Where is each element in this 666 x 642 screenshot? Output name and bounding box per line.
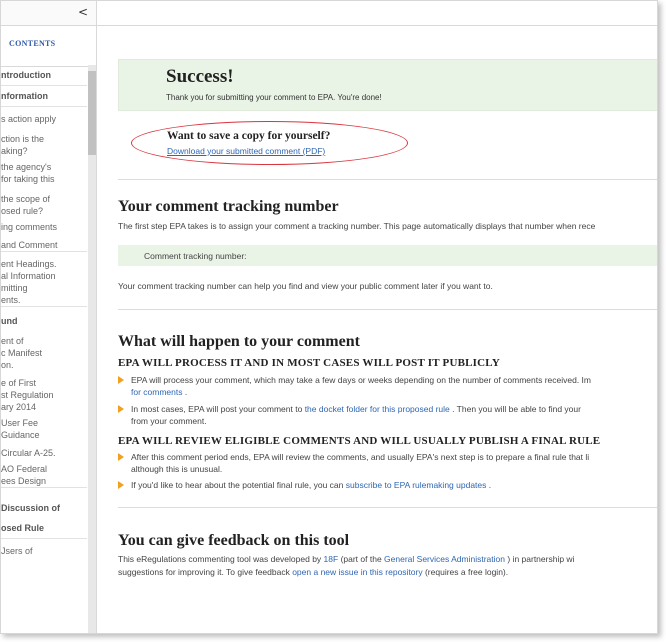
save-copy-title: Want to save a copy for yourself?	[167, 130, 331, 142]
sidebar-item[interactable]: ents.	[1, 294, 87, 306]
success-title: Success!	[166, 66, 234, 87]
success-message: Thank you for submitting your comment to…	[166, 93, 382, 102]
browser-frame: < CONTENTS ntroduction nformation s action…	[0, 0, 658, 634]
list-item: After this comment period ends, EPA will…	[118, 451, 589, 463]
sidebar-item[interactable]: al Information	[1, 270, 87, 282]
process-subheading: EPA WILL PROCESS IT AND IN MOST CASES WI…	[118, 357, 500, 369]
sidebar-item[interactable]: nformation	[1, 86, 87, 106]
toc-gap	[1, 488, 87, 498]
divider	[118, 507, 657, 508]
sidebar-item[interactable]: c Manifest	[1, 347, 87, 359]
list-item-continuation: for comments .	[131, 387, 188, 397]
sidebar-scrollbar-thumb[interactable]	[88, 71, 96, 155]
sidebar-item[interactable]: osed rule?	[1, 205, 87, 217]
bullet-arrow-icon	[118, 453, 124, 461]
table-of-contents-sidebar: < CONTENTS ntroduction nformation s action…	[1, 1, 97, 633]
toc-gap	[1, 125, 87, 133]
sidebar-item[interactable]: for taking this	[1, 173, 87, 185]
list-item: EPA will process your comment, which may…	[118, 374, 591, 386]
sidebar-header: <	[1, 1, 96, 26]
sidebar-item[interactable]: Jsers of	[1, 545, 87, 557]
docket-folder-link[interactable]: the docket folder for this proposed rule	[305, 404, 450, 414]
bullet-arrow-icon	[118, 405, 124, 413]
bullet-arrow-icon	[118, 481, 124, 489]
sidebar-item[interactable]: st Regulation	[1, 389, 87, 401]
sidebar-item[interactable]: Circular A-25.	[1, 447, 87, 459]
divider	[118, 179, 657, 180]
sidebar-item[interactable]: Guidance	[1, 429, 87, 441]
subscribe-updates-link[interactable]: subscribe to EPA rulemaking updates	[346, 480, 487, 490]
main-top-bar	[97, 1, 657, 26]
sidebar-item[interactable]: ent of	[1, 335, 87, 347]
toc-gap	[1, 185, 87, 193]
download-pdf-link[interactable]: Download your submitted comment (PDF)	[167, 146, 325, 156]
sidebar-item[interactable]: s action apply	[1, 113, 87, 125]
success-banner: Success! Thank you for submitting your c…	[118, 59, 657, 111]
feedback-line-1: This eRegulations commenting tool was de…	[118, 554, 575, 564]
tracking-number-box: Comment tracking number:	[118, 245, 657, 266]
sidebar-item[interactable]: the scope of	[1, 193, 87, 205]
contents-label: CONTENTS	[9, 39, 56, 48]
18f-link[interactable]: 18F	[324, 554, 339, 564]
sidebar-item[interactable]: ent Headings.	[1, 258, 87, 270]
sidebar-item[interactable]: ction is the	[1, 133, 87, 145]
review-subheading: EPA WILL REVIEW ELIGIBLE COMMENTS AND WI…	[118, 435, 601, 447]
tracking-number-label: Comment tracking number:	[144, 251, 247, 261]
feedback-heading: You can give feedback on this tool	[118, 532, 350, 549]
list-item-continuation: although this is unusual.	[131, 464, 223, 474]
sidebar-item[interactable]: e of First	[1, 377, 87, 389]
sidebar-item[interactable]: Discussion of	[1, 498, 87, 518]
toc-list: ntroduction nformation s action apply ction…	[1, 65, 87, 557]
sidebar-item[interactable]: the agency's	[1, 161, 87, 173]
contents-heading: CONTENTS	[1, 26, 96, 67]
sidebar-item[interactable]: ees Design	[1, 475, 87, 487]
list-item-continuation: from your comment.	[131, 416, 207, 426]
highlight-oval	[131, 121, 408, 165]
collapse-sidebar-icon[interactable]: <	[78, 5, 88, 19]
sidebar-item[interactable]: on.	[1, 359, 87, 371]
open-issue-link[interactable]: open a new issue in this repository	[292, 567, 422, 577]
list-item: If you'd like to hear about the potentia…	[118, 479, 491, 491]
tracking-note: Your comment tracking number can help yo…	[118, 281, 493, 291]
bullet-arrow-icon	[118, 376, 124, 384]
divider	[118, 309, 657, 310]
sidebar-item[interactable]: and Comment	[1, 239, 87, 251]
sidebar-item[interactable]: ntroduction	[1, 65, 87, 85]
sidebar-item[interactable]: mitting	[1, 282, 87, 294]
request-for-comments-link[interactable]: for comments	[131, 387, 183, 397]
list-item: In most cases, EPA will post your commen…	[118, 403, 581, 415]
sidebar-item[interactable]: ary 2014	[1, 401, 87, 413]
feedback-line-2: suggestions for improving it. To give fe…	[118, 567, 509, 577]
sidebar-item[interactable]: und	[1, 311, 87, 331]
what-happens-heading: What will happen to your comment	[118, 333, 360, 350]
sidebar-item[interactable]: User Fee	[1, 417, 87, 429]
sidebar-item[interactable]: osed Rule	[1, 518, 87, 538]
tracking-heading: Your comment tracking number	[118, 198, 339, 215]
sidebar-item[interactable]: ing comments	[1, 221, 87, 233]
sidebar-item[interactable]: AO Federal	[1, 463, 87, 475]
sidebar-item[interactable]: aking?	[1, 145, 87, 157]
tracking-intro: The first step EPA takes is to assign yo…	[118, 221, 596, 231]
gsa-link[interactable]: General Services Administration	[384, 554, 505, 564]
